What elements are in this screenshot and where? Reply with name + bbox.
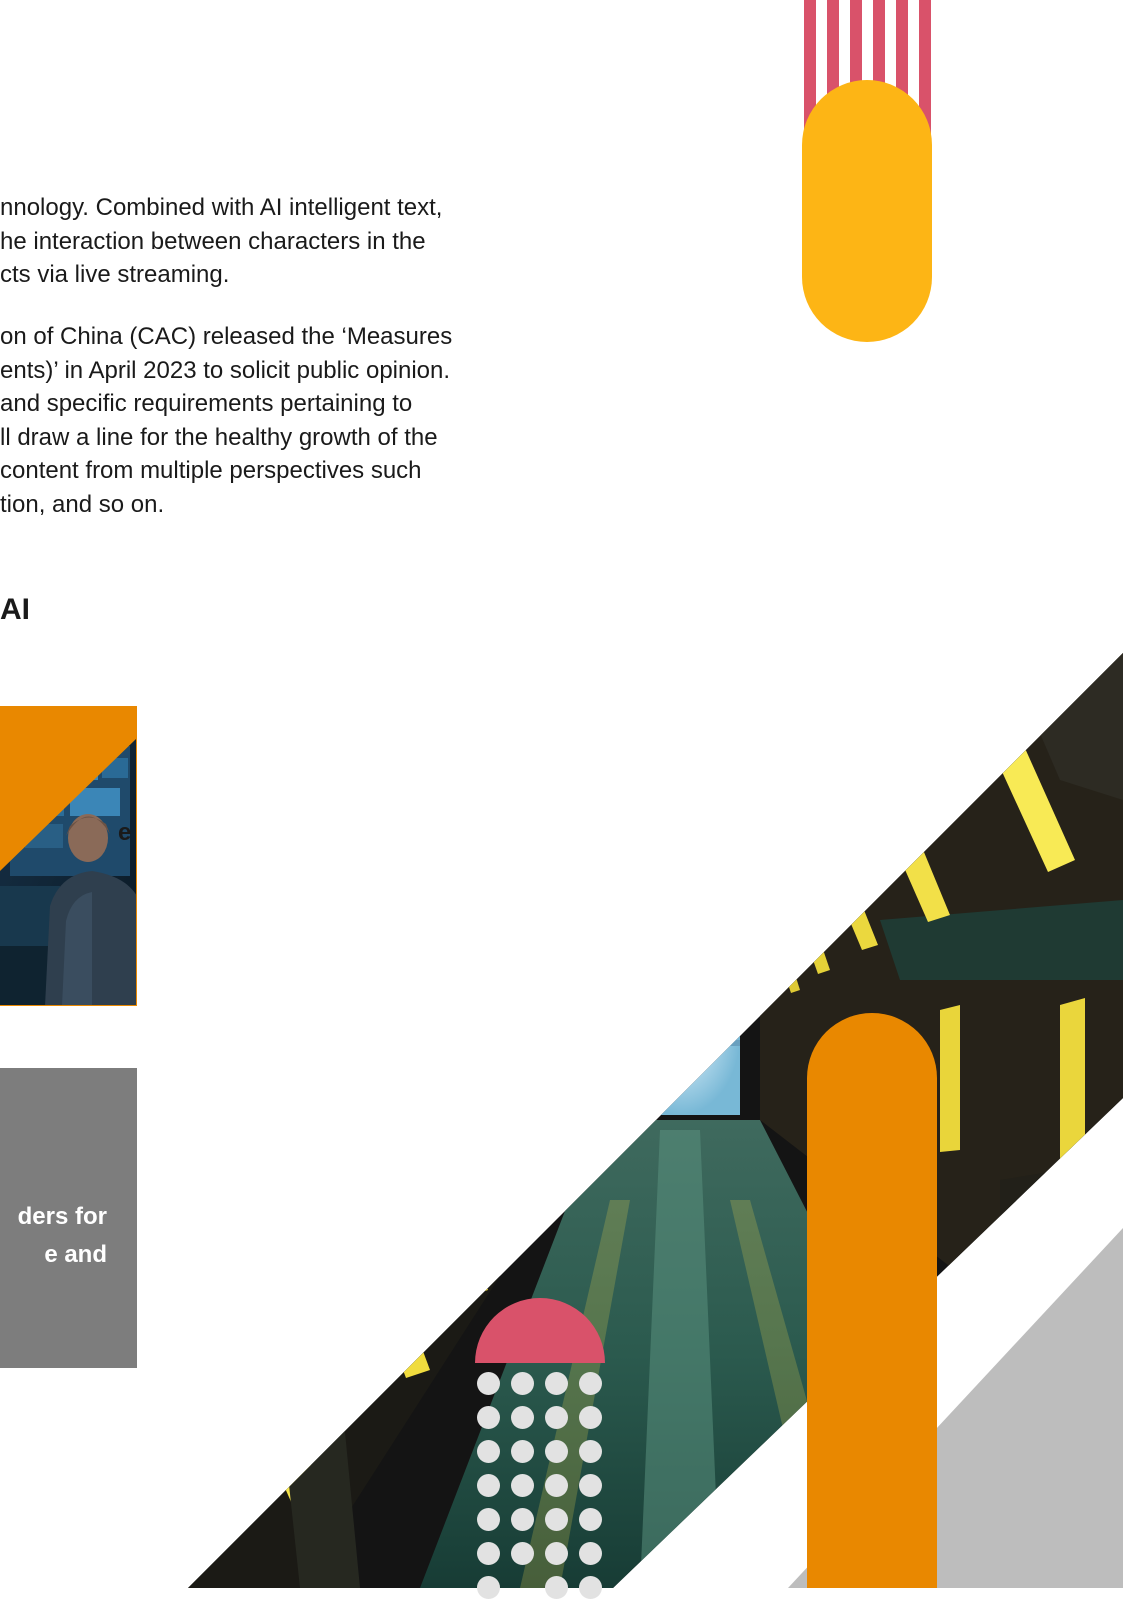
orange-pill-decoration <box>807 1013 937 1588</box>
